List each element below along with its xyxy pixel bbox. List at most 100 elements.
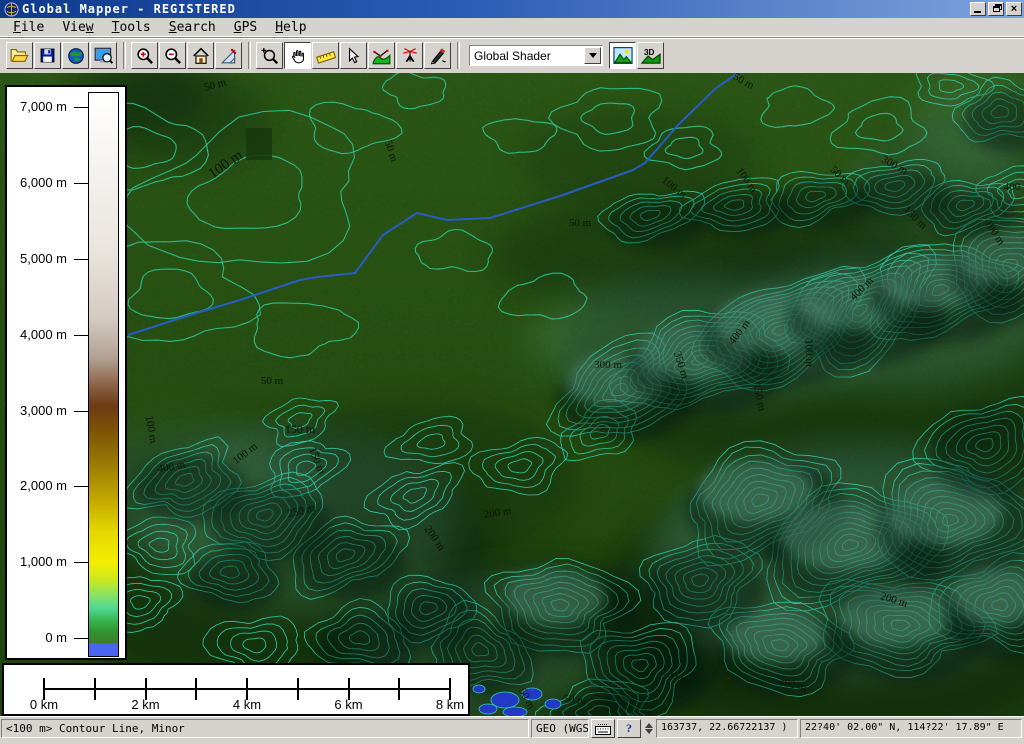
measure-tool-button[interactable] (312, 42, 339, 69)
legend-tick (74, 335, 88, 336)
status-bar: <100 m> Contour Line, Minor GEO (WGS84) … (0, 716, 1024, 744)
show-images-button[interactable] (609, 42, 636, 69)
menu-gps[interactable]: GPS (225, 19, 266, 36)
scale-bar: 0 km2 km4 km6 km8 km (2, 663, 470, 716)
legend-tick (74, 107, 88, 108)
scale-bar-label: 0 km (16, 697, 72, 712)
legend-tick (74, 411, 88, 412)
view-shed-button[interactable] (396, 42, 423, 69)
digitizer-tool-icon (429, 47, 447, 65)
pick-tool-button[interactable] (340, 42, 367, 69)
menu-help[interactable]: Help (266, 19, 315, 36)
configure-icon (220, 47, 238, 65)
full-view-button[interactable] (187, 42, 214, 69)
legend-tick-label: 1,000 m (7, 554, 67, 569)
legend-tick-label: 6,000 m (7, 175, 67, 190)
chevron-down-icon[interactable] (584, 47, 601, 64)
menu-view[interactable]: View (53, 19, 102, 36)
scale-bar-tick (398, 678, 400, 700)
cursor-coordinates: 163737, 22.66722137 ) (656, 719, 798, 738)
close-icon: × (1011, 4, 1017, 14)
scale-bar-label: 4 km (219, 697, 275, 712)
spinner-down-icon (645, 729, 653, 734)
elevation-legend: 7,000 m 6,000 m 5,000 m 4,000 m 3,000 m 2,000… (5, 85, 127, 660)
legend-tick (74, 562, 88, 563)
menu-file[interactable]: File (4, 19, 53, 36)
menu-tools[interactable]: Tools (103, 19, 160, 36)
scale-bar-label: 2 km (118, 697, 174, 712)
path-profile-button[interactable] (368, 42, 395, 69)
zoom-in-icon (136, 47, 154, 65)
full-view-icon (192, 47, 210, 65)
coordinate-format-spinner[interactable] (643, 719, 654, 738)
legend-tick (74, 259, 88, 260)
menu-search[interactable]: Search (160, 19, 225, 36)
toolbar-separator (457, 42, 460, 69)
shader-dropdown[interactable]: Global Shader (469, 45, 603, 66)
legend-tick-label: 4,000 m (7, 327, 67, 342)
download-online-data-button[interactable] (62, 42, 89, 69)
pick-tool-icon (345, 47, 362, 65)
screen-capture-button[interactable] (90, 42, 117, 69)
status-message: <100 m> Contour Line, Minor (1, 719, 529, 738)
download-online-data-icon (67, 47, 85, 65)
legend-tick-label: 0 m (7, 630, 67, 645)
view-3d-button[interactable]: 3D (637, 42, 664, 69)
legend-tick-label: 7,000 m (7, 99, 67, 114)
close-button[interactable]: × (1006, 2, 1022, 16)
legend-tick (74, 638, 88, 639)
elevation-gradient-bar (88, 92, 119, 657)
contour-label: 150 m (285, 422, 316, 436)
legend-tick-label: 5,000 m (7, 251, 67, 266)
map-canvas[interactable]: 50 m100 m50 m50 m50 m100 m100 m50 m300 m… (0, 73, 1024, 716)
menu-bar: FileViewToolsSearchGPSHelp (0, 18, 1024, 37)
view-shed-icon (401, 47, 419, 65)
window-title: Global Mapper - REGISTERED (22, 2, 968, 16)
contour-label: 50 m (569, 217, 592, 229)
zoom-tool-icon (261, 47, 279, 65)
help-icon: ? (626, 721, 632, 736)
coordinate-entry-button[interactable] (591, 719, 615, 738)
digitizer-tool-button[interactable] (424, 42, 451, 69)
map-client-area: 50 m100 m50 m50 m50 m100 m100 m50 m300 m… (0, 73, 1024, 716)
minimize-button[interactable] (970, 2, 986, 16)
contour-label: 50 m (261, 375, 284, 387)
open-file-button[interactable] (6, 42, 33, 69)
legend-tick (74, 183, 88, 184)
contour-label: 400 (1004, 181, 1021, 193)
save-button[interactable] (34, 42, 61, 69)
zoom-out-icon (164, 47, 182, 65)
legend-tick (74, 486, 88, 487)
minimize-icon (974, 11, 981, 13)
svg-text:3D: 3D (643, 48, 654, 57)
show-images-icon (613, 46, 633, 65)
legend-tick-label: 3,000 m (7, 403, 67, 418)
zoom-in-button[interactable] (131, 42, 158, 69)
toolbar-separator (123, 42, 126, 69)
pan-tool-button[interactable] (284, 42, 311, 69)
help-button[interactable]: ? (617, 719, 641, 738)
scale-bar-label: 6 km (321, 697, 377, 712)
pan-tool-icon (289, 47, 307, 65)
contour-label: 300 m (594, 359, 622, 371)
scale-bar-label: 8 km (422, 697, 478, 712)
view-3d-icon: 3D (641, 46, 661, 65)
scale-bar-tick (195, 678, 197, 700)
toolbar: Global Shader 3D (0, 37, 1024, 73)
cursor-position: 22?40' 02.00" N, 114?22' 17.89" E (800, 719, 1022, 738)
legend-tick-label: 2,000 m (7, 478, 67, 493)
screen-capture-icon (94, 47, 113, 65)
projection-panel: GEO (WGS84) (531, 719, 589, 738)
configure-button[interactable] (215, 42, 242, 69)
zoom-tool-button[interactable] (256, 42, 283, 69)
zoom-out-button[interactable] (159, 42, 186, 69)
spinner-up-icon (645, 723, 653, 728)
restore-button[interactable] (988, 2, 1004, 16)
shader-dropdown-value: Global Shader (470, 49, 584, 63)
app-icon (4, 2, 19, 17)
scale-bar-tick (94, 678, 96, 700)
save-icon (39, 47, 56, 64)
app-window: Global Mapper - REGISTERED × FileViewToo… (0, 0, 1024, 744)
open-file-icon (10, 47, 29, 64)
path-profile-icon (372, 47, 391, 65)
